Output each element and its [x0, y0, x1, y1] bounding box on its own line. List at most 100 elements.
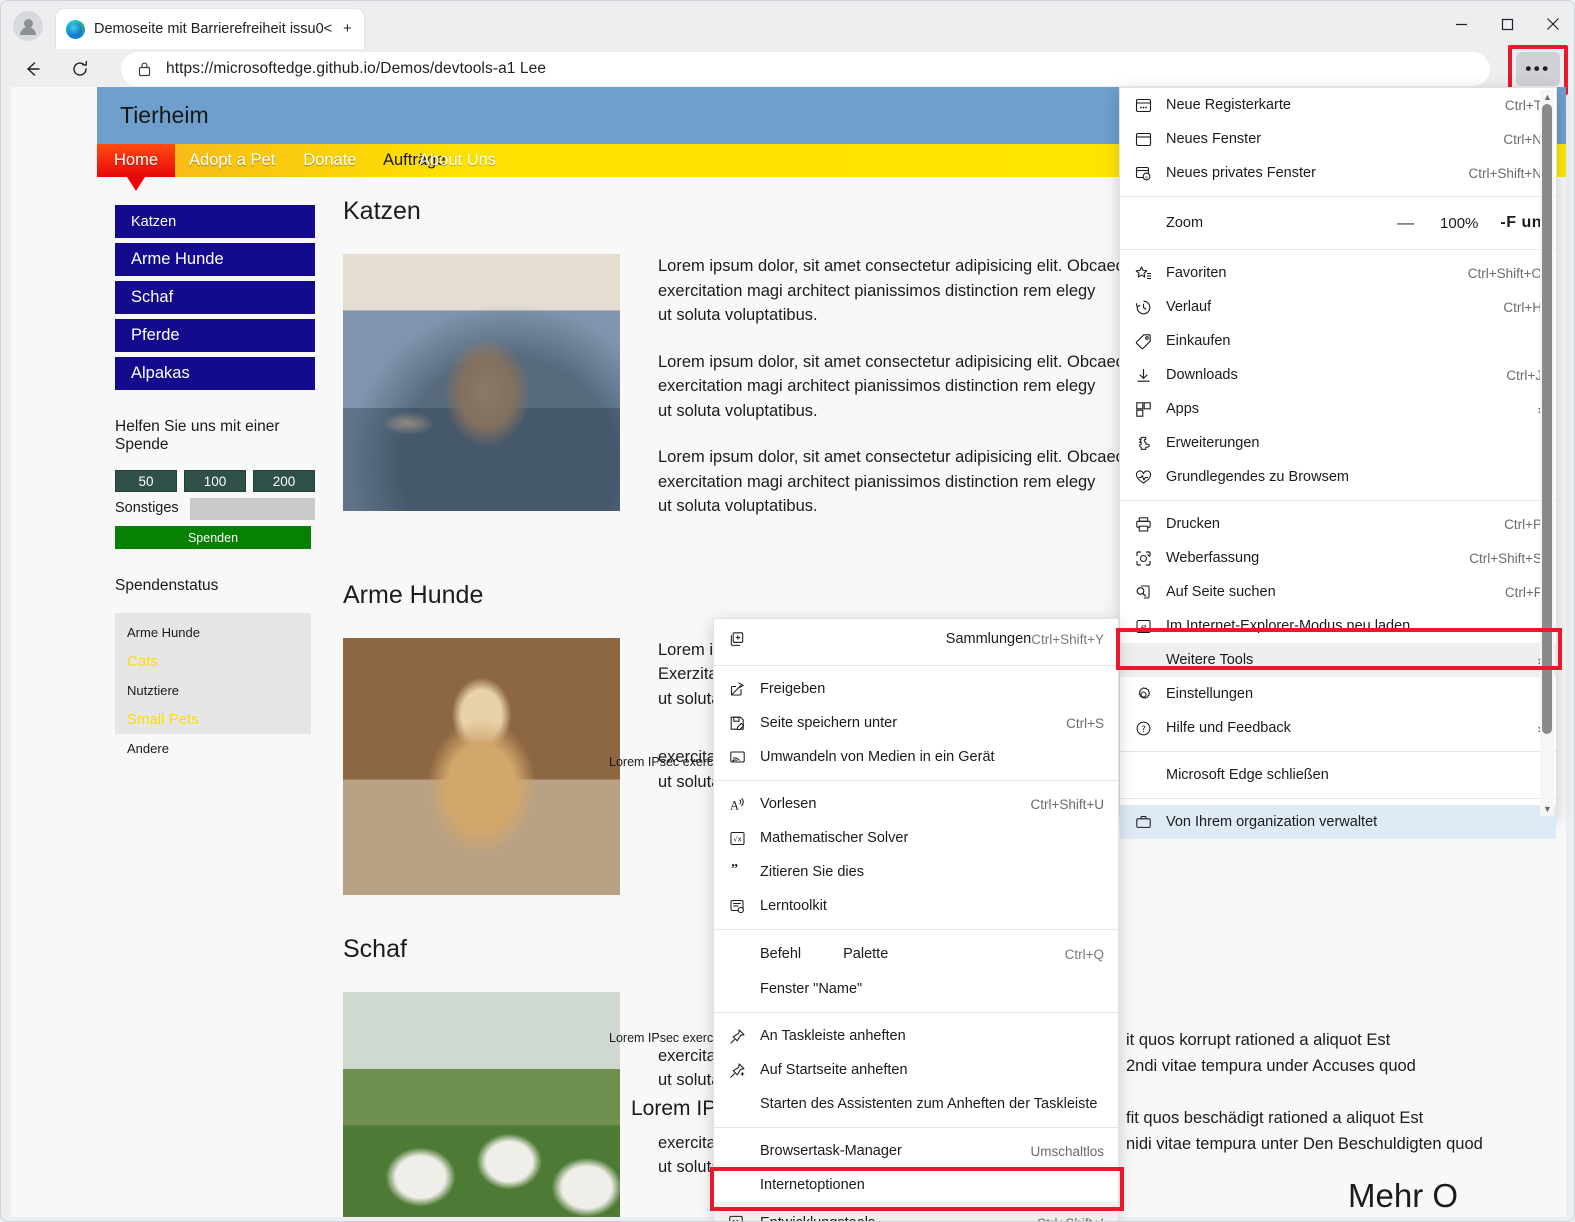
minimize-button[interactable] — [1438, 1, 1484, 47]
menu-item-label: Neues Fenster — [1166, 131, 1262, 147]
line: exercitation magi architect pianissimos … — [658, 377, 1096, 395]
line: Lorem ipsum dolor, sit amet consectetur … — [658, 257, 1124, 275]
profile-avatar-button[interactable] — [13, 11, 43, 41]
menu-item-favoriten[interactable]: Favoriten Ctrl+Shift+O — [1120, 256, 1556, 290]
menu-item-edge-schliessen[interactable]: Microsoft Edge schließen — [1120, 758, 1556, 792]
section-copy: Lorem ipsum dolor, sit amet consectetur … — [658, 254, 1124, 541]
submenu-item-label: Entwicklungstools — [760, 1215, 1036, 1221]
devtools-icon — [714, 1214, 760, 1221]
sheep-photo — [343, 991, 620, 1217]
menu-item-shortcut: Ctrl+Shift+O — [1467, 265, 1542, 281]
cite-quote-icon: ” — [714, 864, 760, 881]
menu-item-verlauf[interactable]: Verlauf Ctrl+H — [1120, 290, 1556, 324]
menu-item-label: Verlauf — [1166, 299, 1212, 315]
menu-item-neue-registerkarte[interactable]: Neue Registerkarte Ctrl+T — [1120, 88, 1556, 122]
close-button[interactable] — [1530, 1, 1574, 47]
submenu-item-starten-assistenten[interactable]: Starten des Assistenten zum Anheften der… — [714, 1087, 1118, 1121]
line: Lorem ipsum dolor, sit amet consectetur … — [658, 448, 1124, 466]
edge-logo-icon — [66, 19, 85, 39]
browser-tab[interactable]: Demoseite mit Barrierefreiheit issu0< + — [56, 9, 364, 49]
category-button-arme-hunde[interactable]: Arme Hunde — [115, 243, 315, 276]
menu-item-hilfe-und-feedback[interactable]: ? Hilfe und Feedback › — [1120, 711, 1556, 745]
weitere-tools-submenu: Sammlungen Ctrl+Shift+Y Freigeben Seite … — [710, 618, 1124, 1221]
menu-item-auf-seite-suchen[interactable]: Auf Seite suchen Ctrl+F — [1120, 575, 1556, 609]
maximize-button[interactable] — [1484, 1, 1530, 47]
menu-item-apps[interactable]: Apps › — [1120, 392, 1556, 426]
menu-item-weitere-tools[interactable]: Weitere Tools › — [1120, 643, 1556, 677]
submenu-item-umwandeln-von-medien[interactable]: Umwandeln von Medien in ein Gerät — [714, 740, 1118, 774]
menu-item-label: Weberfassung — [1166, 550, 1260, 566]
scroll-up-arrow-icon[interactable]: ▲ — [1543, 92, 1552, 102]
zoom-out-button[interactable]: — — [1397, 213, 1414, 233]
submenu-item-seite-speichern-unter[interactable]: Seite speichern unter Ctrl+S — [714, 706, 1118, 740]
submenu-item-befehl-palette[interactable]: Befehl Palette Ctrl+Q — [714, 936, 1118, 972]
menu-item-neues-privates-fenster[interactable]: e Neues privates Fenster Ctrl+Shift+N — [1120, 156, 1556, 190]
scrollbar-thumb[interactable] — [1542, 104, 1552, 734]
submenu-item-shortcut: Umschaltlos — [1030, 1143, 1104, 1159]
menu-item-label: Weitere Tools — [1166, 652, 1254, 668]
reload-button[interactable] — [63, 52, 97, 86]
donate-submit-button[interactable]: Spenden — [115, 526, 311, 549]
amount-button-50[interactable]: 50 — [115, 470, 177, 492]
submenu-item-fenster-name[interactable]: Fenster "Name" — [714, 972, 1118, 1006]
downloads-icon — [1120, 367, 1166, 384]
category-button-schaf[interactable]: Schaf — [115, 281, 315, 314]
submenu-item-browsertask-manager[interactable]: Browsertask-Manager Umschaltlos — [714, 1134, 1118, 1168]
nav-item-home[interactable]: Home — [97, 144, 176, 191]
submenu-item-mathematischer-solver[interactable]: √x Mathematischer Solver — [714, 821, 1118, 855]
site-title: Tierheim — [120, 102, 209, 128]
menu-item-downloads[interactable]: Downloads Ctrl+J — [1120, 358, 1556, 392]
submenu-item-freigeben[interactable]: Freigeben — [714, 672, 1118, 706]
other-amount-row: Sonstiges — [115, 498, 315, 520]
amount-button-100[interactable]: 100 — [184, 470, 246, 492]
menu-item-erweiterungen[interactable]: Erweiterungen — [1120, 426, 1556, 460]
submenu-item-lerntoolkit[interactable]: Lerntoolkit — [714, 889, 1118, 923]
other-amount-input[interactable] — [190, 498, 315, 520]
nav-item-donate[interactable]: Donate — [289, 144, 370, 177]
nav-item-about-uns[interactable]: About Uns — [419, 144, 496, 177]
menu-item-shortcut: Ctrl+P — [1504, 516, 1542, 532]
menu-separator — [1120, 196, 1556, 197]
submenu-item-label: An Taskleiste anheften — [760, 1028, 906, 1044]
nav-item-adopt-a-pet[interactable]: Adopt a Pet — [175, 144, 289, 177]
scroll-down-arrow-icon[interactable]: ▼ — [1543, 804, 1552, 814]
submenu-item-entwicklungstools[interactable]: Entwicklungstools Ctrl+Shift+I — [714, 1202, 1118, 1221]
amount-button-200[interactable]: 200 — [253, 470, 315, 492]
menu-item-shortcut: Ctrl+Shift+S — [1469, 550, 1542, 566]
menu-item-einkaufen[interactable]: Einkaufen — [1120, 324, 1556, 358]
submenu-item-zitieren-sie-dies[interactable]: ” Zitieren Sie dies — [714, 855, 1118, 889]
status-item: Nutztiere — [127, 683, 180, 698]
category-button-alpakas[interactable]: Alpakas — [115, 357, 315, 390]
submenu-item-auf-startseite-anheften[interactable]: Auf Startseite anheften — [714, 1053, 1118, 1087]
menu-item-von-ihrem-organization-verwaltet[interactable]: Von Ihrem organization verwaltet — [1120, 805, 1556, 839]
extensions-puzzle-icon — [1120, 435, 1166, 452]
new-tab-plus-icon[interactable]: + — [343, 21, 351, 37]
address-bar[interactable]: https://microsoftedge.github.io/Demos/de… — [121, 52, 1490, 86]
menu-item-grundlegendes-zu-browsern[interactable]: Grundlegendes zu Browsem — [1120, 460, 1556, 494]
browser-window: Demoseite mit Barrierefreiheit issu0< + — [0, 0, 1575, 1222]
submenu-item-internetoptionen[interactable]: Internetoptionen — [714, 1168, 1118, 1202]
menu-item-shortcut: Ctrl+T — [1504, 97, 1542, 113]
submenu-item-an-taskleiste-anheften[interactable]: An Taskleiste anheften — [714, 1019, 1118, 1053]
category-button-katzen[interactable]: Katzen — [115, 205, 315, 238]
menu-item-drucken[interactable]: Drucken Ctrl+P — [1120, 507, 1556, 541]
menu-item-neues-fenster[interactable]: Neues Fenster Ctrl+N — [1120, 122, 1556, 156]
submenu-item-vorlesen[interactable]: A Vorlesen Ctrl+Shift+U — [714, 787, 1118, 821]
more-options-button[interactable]: ••• — [1516, 52, 1560, 86]
menu-scrollbar[interactable]: ▲ ▼ — [1540, 90, 1554, 816]
printer-icon — [1120, 516, 1166, 533]
submenu-item-shortcut: Ctrl+Shift+Y — [1031, 631, 1104, 647]
menu-item-einstellungen[interactable]: Einstellungen — [1120, 677, 1556, 711]
help-question-icon: ? — [1120, 720, 1166, 737]
submenu-item-sammlungen[interactable]: Sammlungen Ctrl+Shift+Y — [714, 619, 1118, 659]
menu-item-label: Im Internet-Explorer-Modus neu laden — [1166, 618, 1411, 634]
submenu-item-label: Umwandeln von Medien in ein Gerät — [760, 749, 995, 765]
ie-mode-icon: e — [1120, 618, 1166, 635]
menu-item-ie-modus[interactable]: e Im Internet-Explorer-Modus neu laden — [1120, 609, 1556, 643]
fullscreen-button[interactable]: -F un — [1500, 214, 1542, 232]
submenu-item-label: Freigeben — [760, 681, 826, 697]
category-button-pferde[interactable]: Pferde — [115, 319, 315, 352]
menu-item-weberfassung[interactable]: Weberfassung Ctrl+Shift+S — [1120, 541, 1556, 575]
shopping-tag-icon — [1120, 333, 1166, 350]
back-button[interactable] — [15, 52, 49, 86]
